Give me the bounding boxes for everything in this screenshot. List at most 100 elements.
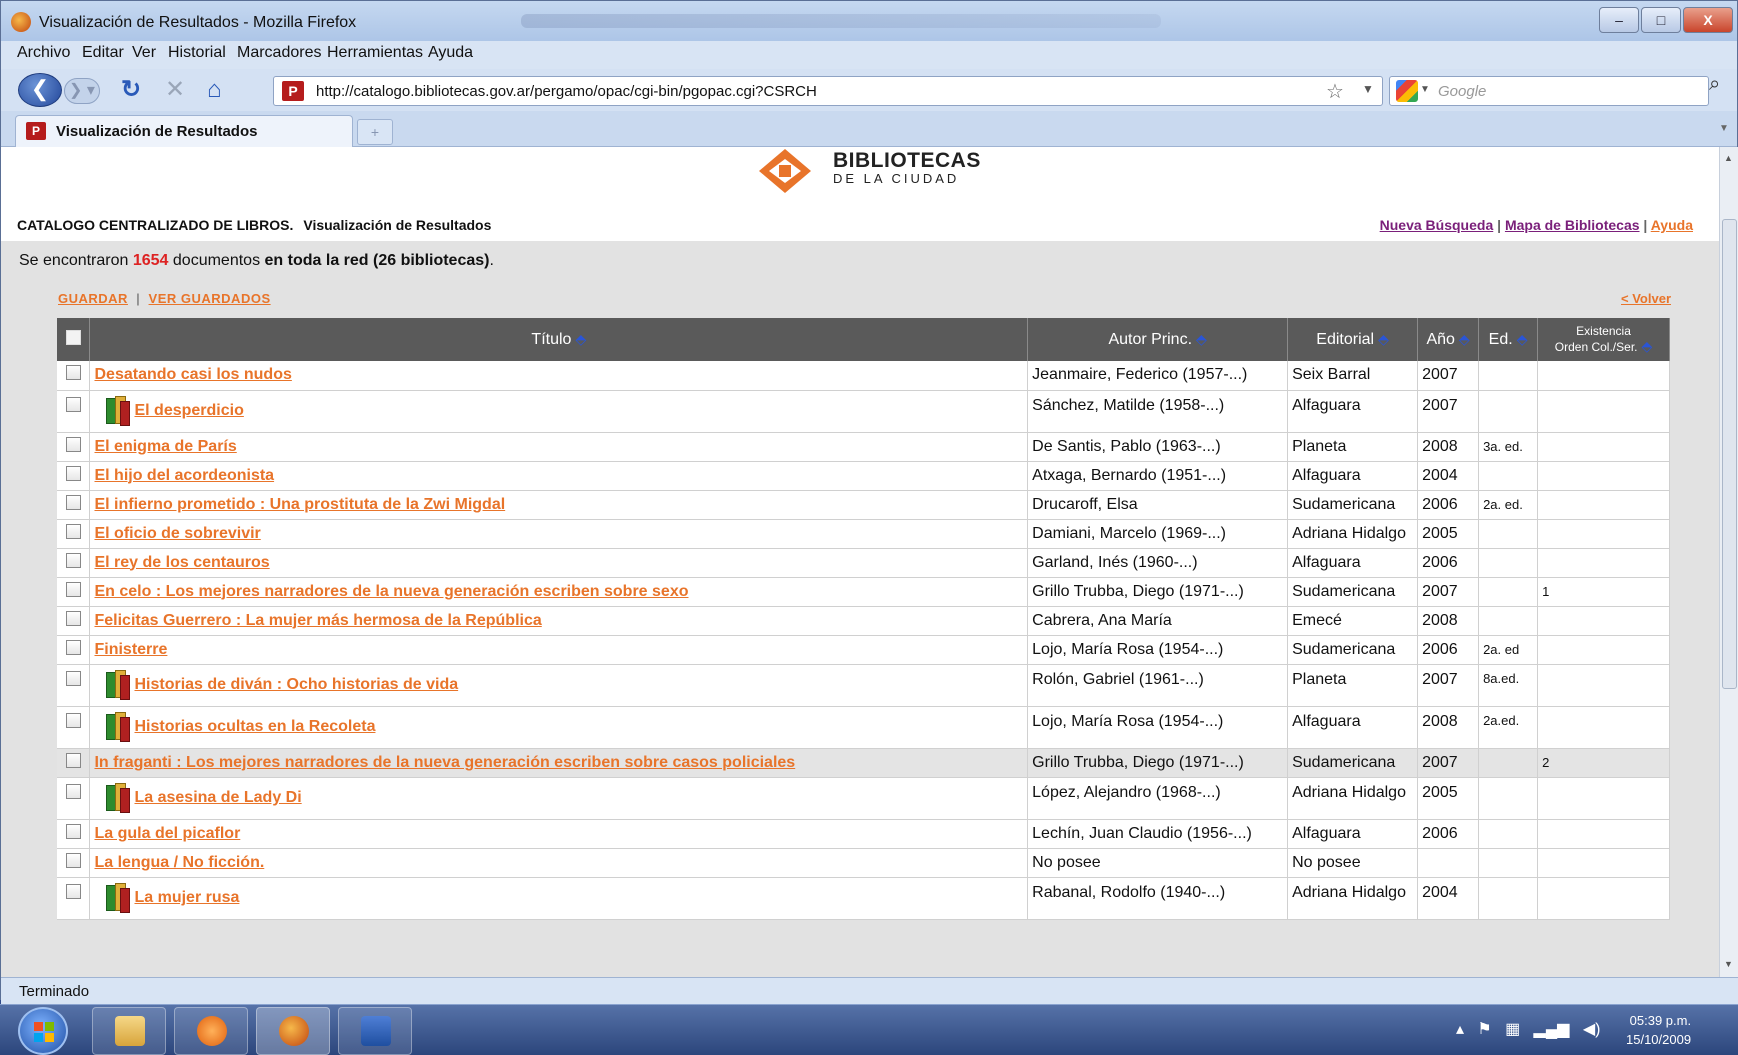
tab-resultados[interactable]: P Visualización de Resultados bbox=[15, 115, 353, 147]
row-select-cell[interactable] bbox=[57, 432, 91, 462]
row-select-cell[interactable] bbox=[57, 519, 91, 549]
row-checkbox[interactable] bbox=[65, 670, 81, 686]
reload-icon[interactable]: ↻ bbox=[121, 77, 141, 103]
sort-icon[interactable]: ⬘ bbox=[1642, 338, 1653, 354]
menu-ayuda[interactable]: Ayuda bbox=[428, 44, 473, 62]
home-icon[interactable]: ⌂ bbox=[207, 77, 222, 103]
back-button[interactable]: ❮ bbox=[18, 73, 62, 107]
forward-button[interactable]: ❯ ▾ bbox=[64, 78, 100, 104]
row-select-cell[interactable] bbox=[57, 706, 91, 749]
menu-ver[interactable]: Ver bbox=[132, 44, 156, 62]
col-year[interactable]: Año ⬘ bbox=[1417, 318, 1480, 361]
new-tab-button[interactable]: + bbox=[357, 119, 393, 145]
scroll-thumb[interactable] bbox=[1722, 219, 1737, 689]
row-checkbox[interactable] bbox=[65, 752, 81, 768]
search-go-icon[interactable]: ⌕ bbox=[1709, 73, 1720, 96]
row-select-cell[interactable] bbox=[57, 461, 91, 491]
minimize-button[interactable]: – bbox=[1599, 7, 1639, 33]
row-select-cell[interactable] bbox=[57, 848, 91, 878]
row-checkbox[interactable] bbox=[65, 436, 81, 452]
taskbar-word[interactable] bbox=[338, 1007, 412, 1055]
taskbar-mediaplayer[interactable] bbox=[174, 1007, 248, 1055]
title-link[interactable]: La asesina de Lady Di bbox=[134, 789, 301, 806]
sort-icon[interactable]: ⬘ bbox=[1517, 331, 1528, 347]
row-select-cell[interactable] bbox=[57, 490, 91, 520]
scroll-down-icon[interactable]: ▼ bbox=[1724, 959, 1733, 969]
title-link[interactable]: In fraganti : Los mejores narradores de … bbox=[94, 754, 795, 771]
row-select-cell[interactable] bbox=[57, 606, 91, 636]
row-checkbox[interactable] bbox=[65, 783, 81, 799]
row-select-cell[interactable] bbox=[57, 577, 91, 607]
menu-marcadores[interactable]: Marcadores bbox=[237, 44, 321, 62]
title-link[interactable]: Historias de diván : Ocho historias de v… bbox=[134, 676, 458, 693]
stop-icon[interactable]: ✕ bbox=[165, 77, 185, 103]
row-select-cell[interactable] bbox=[57, 390, 91, 433]
row-select-cell[interactable] bbox=[57, 877, 91, 920]
col-publisher[interactable]: Editorial ⬘ bbox=[1287, 318, 1419, 361]
row-select-cell[interactable] bbox=[57, 664, 91, 707]
sort-icon[interactable]: ⬘ bbox=[1196, 331, 1207, 347]
row-checkbox[interactable] bbox=[65, 883, 81, 899]
row-checkbox[interactable] bbox=[65, 523, 81, 539]
guardar-link[interactable]: GUARDAR bbox=[58, 291, 128, 306]
google-icon[interactable] bbox=[1396, 80, 1418, 102]
ayuda-link[interactable]: Ayuda bbox=[1651, 217, 1693, 233]
close-button[interactable]: X bbox=[1683, 7, 1733, 33]
mapa-bibliotecas-link[interactable]: Mapa de Bibliotecas bbox=[1505, 217, 1640, 233]
sort-icon[interactable]: ⬘ bbox=[1378, 331, 1389, 347]
title-link[interactable]: El oficio de sobrevivir bbox=[94, 525, 260, 542]
title-link[interactable]: El rey de los centauros bbox=[94, 554, 269, 571]
title-link[interactable]: Historias ocultas en la Recoleta bbox=[134, 718, 375, 735]
row-select-cell[interactable] bbox=[57, 548, 91, 578]
row-checkbox[interactable] bbox=[65, 465, 81, 481]
vertical-scrollbar[interactable]: ▲ ▼ bbox=[1719, 147, 1738, 977]
taskbar-firefox[interactable] bbox=[256, 1007, 330, 1055]
select-all-header[interactable] bbox=[57, 318, 91, 361]
title-link[interactable]: El desperdicio bbox=[134, 402, 243, 419]
title-link[interactable]: La mujer rusa bbox=[134, 889, 239, 906]
menu-editar[interactable]: Editar bbox=[82, 44, 124, 62]
url-dropdown-icon[interactable]: ▼ bbox=[1362, 82, 1374, 96]
row-checkbox[interactable] bbox=[65, 639, 81, 655]
flag-icon[interactable]: ⚑ bbox=[1477, 1021, 1491, 1038]
search-engine-dropdown-icon[interactable]: ▼ bbox=[1420, 84, 1430, 95]
title-link[interactable]: Desatando casi los nudos bbox=[94, 366, 291, 383]
nueva-busqueda-link[interactable]: Nueva Búsqueda bbox=[1380, 217, 1494, 233]
maximize-button[interactable]: □ bbox=[1641, 7, 1681, 33]
row-checkbox[interactable] bbox=[65, 365, 81, 381]
sort-icon[interactable]: ⬘ bbox=[1459, 331, 1470, 347]
scroll-up-icon[interactable]: ▲ bbox=[1724, 153, 1733, 163]
col-holdings[interactable]: Existencia Orden Col./Ser. ⬘ bbox=[1537, 318, 1670, 361]
bookmark-star-icon[interactable]: ☆ bbox=[1326, 79, 1344, 104]
sort-icon[interactable]: ⬘ bbox=[575, 331, 586, 347]
row-select-cell[interactable] bbox=[57, 777, 91, 820]
title-link[interactable]: La gula del picaflor bbox=[94, 825, 240, 842]
select-all-checkbox[interactable] bbox=[65, 329, 81, 345]
row-checkbox[interactable] bbox=[65, 823, 81, 839]
address-bar[interactable]: P http://catalogo.bibliotecas.gov.ar/per… bbox=[273, 76, 1383, 106]
network-icon[interactable]: ▦ bbox=[1505, 1021, 1520, 1038]
row-checkbox[interactable] bbox=[65, 712, 81, 728]
volver-link[interactable]: < Volver bbox=[1621, 291, 1671, 306]
tab-list-icon[interactable]: ▼ bbox=[1719, 123, 1729, 134]
menu-herramientas[interactable]: Herramientas bbox=[327, 44, 423, 62]
title-link[interactable]: La lengua / No ficción. bbox=[94, 854, 264, 871]
menu-historial[interactable]: Historial bbox=[168, 44, 226, 62]
title-link[interactable]: El infierno prometido : Una prostituta d… bbox=[94, 496, 505, 513]
row-checkbox[interactable] bbox=[65, 494, 81, 510]
title-link[interactable]: En celo : Los mejores narradores de la n… bbox=[94, 583, 688, 600]
taskbar-explorer[interactable] bbox=[92, 1007, 166, 1055]
title-link[interactable]: El enigma de París bbox=[94, 438, 236, 455]
volume-icon[interactable]: ◀) bbox=[1583, 1021, 1601, 1038]
start-button[interactable] bbox=[18, 1007, 68, 1055]
title-link[interactable]: Finisterre bbox=[94, 641, 167, 658]
col-title[interactable]: Título ⬘ bbox=[89, 318, 1029, 361]
col-edition[interactable]: Ed. ⬘ bbox=[1478, 318, 1539, 361]
signal-icon[interactable]: ▂▄▆ bbox=[1534, 1021, 1570, 1038]
row-checkbox[interactable] bbox=[65, 552, 81, 568]
row-checkbox[interactable] bbox=[65, 396, 81, 412]
system-clock[interactable]: 05:39 p.m. 15/10/2009 bbox=[1626, 1011, 1691, 1049]
url-text[interactable]: http://catalogo.bibliotecas.gov.ar/perga… bbox=[316, 83, 817, 100]
row-select-cell[interactable] bbox=[57, 361, 91, 391]
ver-guardados-link[interactable]: VER GUARDADOS bbox=[149, 291, 271, 306]
